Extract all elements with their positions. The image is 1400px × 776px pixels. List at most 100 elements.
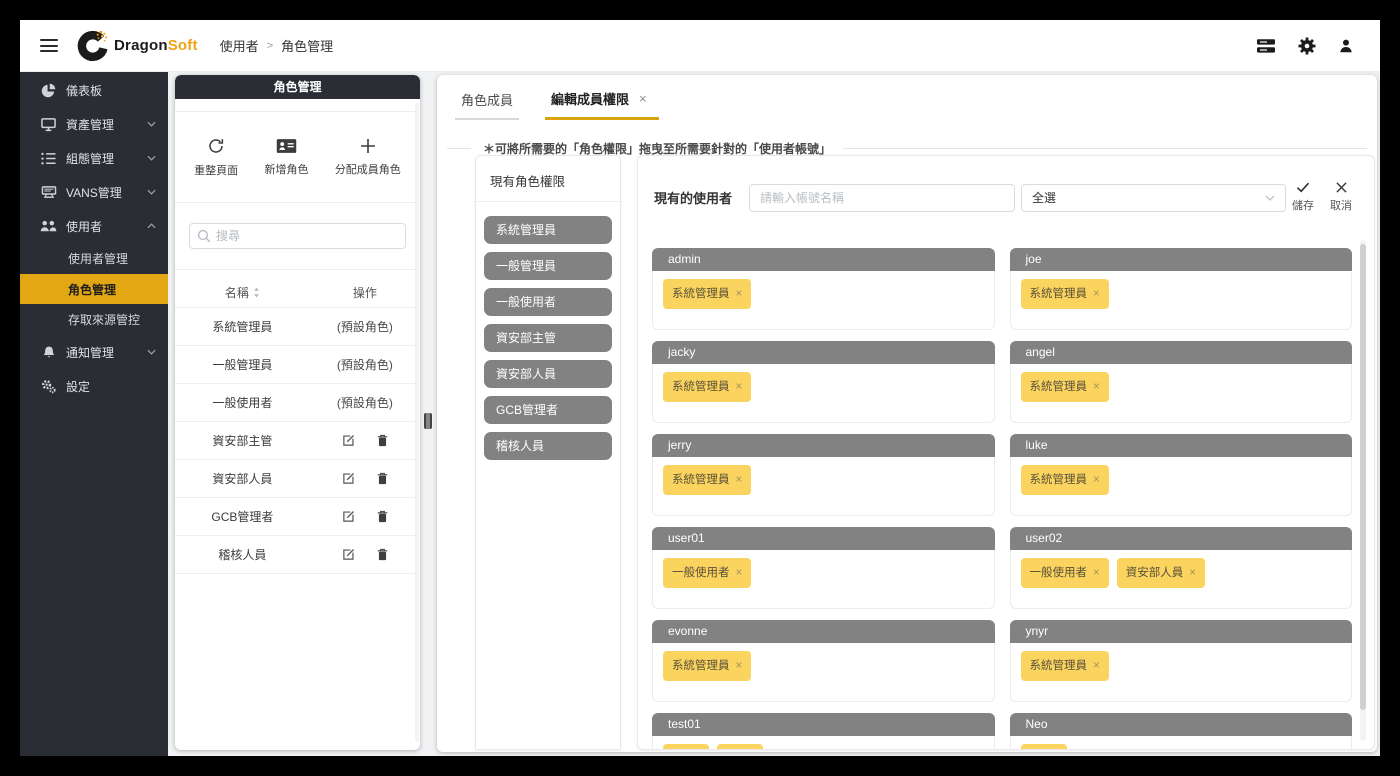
remove-tag-icon[interactable]: × xyxy=(1093,381,1100,393)
hamburger-menu-icon[interactable] xyxy=(40,39,58,52)
edit-role-button[interactable] xyxy=(342,472,355,485)
remove-tag-icon[interactable]: × xyxy=(1189,567,1196,579)
role-tag[interactable]: 系統管理員× xyxy=(1021,651,1109,681)
sidebar-item-dashboard[interactable]: 儀表板 xyxy=(20,73,168,107)
sidebar-item-config[interactable]: 組態管理 xyxy=(20,141,168,175)
role-pill[interactable]: 稽核人員 xyxy=(484,432,612,460)
user-card: user02 一般使用者× 資安部人員× xyxy=(1010,527,1353,609)
user-card-header[interactable]: joe xyxy=(1010,248,1353,271)
remove-tag-icon[interactable]: × xyxy=(1093,474,1100,486)
app-window: DragonSoft 使用者 > 角色管理 儀表板 資產管理 xyxy=(20,20,1380,756)
role-tag[interactable]: 系統管理員× xyxy=(1021,465,1109,495)
role-tag[interactable]: 系統管理員× xyxy=(1021,372,1109,402)
sidebar-item-settings[interactable]: 設定 xyxy=(20,369,168,403)
role-tag[interactable]: × xyxy=(663,744,709,749)
chevron-up-icon xyxy=(147,223,156,229)
sidebar-item-access-source-control[interactable]: 存取來源管控 xyxy=(20,304,168,335)
role-table-row[interactable]: 資安部人員 xyxy=(175,460,420,498)
save-button[interactable]: 儲存 xyxy=(1292,182,1314,213)
role-table-row[interactable]: GCB管理者 xyxy=(175,498,420,536)
role-table-row[interactable]: 一般使用者(預設角色) xyxy=(175,384,420,422)
role-table-row[interactable]: 系統管理員(預設角色) xyxy=(175,308,420,346)
user-card-header[interactable]: Neo xyxy=(1010,713,1353,736)
user-card-header[interactable]: test01 xyxy=(652,713,995,736)
refresh-page-button[interactable]: 重整頁面 xyxy=(194,137,238,178)
role-search-input[interactable] xyxy=(189,223,406,249)
delete-role-button[interactable] xyxy=(377,472,388,485)
remove-tag-icon[interactable]: × xyxy=(1093,660,1100,672)
remove-tag-icon[interactable]: × xyxy=(1093,567,1100,579)
role-pill[interactable]: GCB管理者 xyxy=(484,396,612,424)
breadcrumb-item[interactable]: 使用者 xyxy=(220,36,259,55)
close-tab-icon[interactable]: × xyxy=(639,91,647,106)
sort-icon[interactable] xyxy=(253,287,260,298)
remove-tag-icon[interactable]: × xyxy=(736,474,743,486)
account-name-input[interactable] xyxy=(749,184,1015,212)
role-tag[interactable]: 系統管理員× xyxy=(663,372,751,402)
role-tag[interactable]: 系統管理員× xyxy=(663,651,751,681)
edit-role-button[interactable] xyxy=(342,548,355,561)
role-tag[interactable]: 一般使用者× xyxy=(663,558,751,588)
user-card-header[interactable]: user02 xyxy=(1010,527,1353,550)
remove-tag-icon[interactable]: × xyxy=(736,567,743,579)
role-table-row[interactable]: 資安部主管 xyxy=(175,422,420,460)
edit-role-button[interactable] xyxy=(342,510,355,523)
users-scrollbar-track[interactable] xyxy=(1360,240,1366,741)
role-tag[interactable]: 系統管理員× xyxy=(663,465,751,495)
delete-role-button[interactable] xyxy=(377,434,388,447)
edit-role-button[interactable] xyxy=(342,434,355,447)
role-actions: (預設角色) xyxy=(310,318,420,335)
sidebar-item-users[interactable]: 使用者 xyxy=(20,209,168,243)
sidebar-item-role-management[interactable]: 角色管理 xyxy=(20,274,168,304)
user-card-header[interactable]: angel xyxy=(1010,341,1353,364)
delete-role-button[interactable] xyxy=(377,548,388,561)
tab-role-members[interactable]: 角色成員 xyxy=(455,90,519,120)
role-pill[interactable]: 系統管理員 xyxy=(484,216,612,244)
delete-role-button[interactable] xyxy=(377,510,388,523)
role-tag[interactable]: × xyxy=(717,744,763,749)
server-icon[interactable] xyxy=(1256,38,1276,54)
user-card-body: 系統管理員× xyxy=(652,271,995,330)
user-card-header[interactable]: jacky xyxy=(652,341,995,364)
cancel-button[interactable]: 取消 xyxy=(1330,182,1352,213)
role-tag[interactable]: × xyxy=(1021,744,1067,749)
user-card: angel 系統管理員× xyxy=(1010,341,1353,423)
chevron-down-icon xyxy=(147,189,156,195)
tab-edit-member-permissions[interactable]: 編輯成員權限 × xyxy=(545,89,659,120)
role-tag[interactable]: 資安部人員× xyxy=(1117,558,1205,588)
role-pill[interactable]: 資安部人員 xyxy=(484,360,612,388)
user-card-header[interactable]: luke xyxy=(1010,434,1353,457)
role-tag[interactable]: 系統管理員× xyxy=(1021,279,1109,309)
select-all-dropdown[interactable]: 全選 xyxy=(1021,184,1286,212)
sidebar-item-vans[interactable]: VANS管理 xyxy=(20,175,168,209)
role-tag[interactable]: 一般使用者× xyxy=(1021,558,1109,588)
add-role-button[interactable]: 新增角色 xyxy=(264,138,308,177)
user-card-header[interactable]: user01 xyxy=(652,527,995,550)
role-panel-scrollbar[interactable] xyxy=(415,103,419,742)
gear-icon[interactable] xyxy=(1298,37,1316,55)
default-role-label: (預設角色) xyxy=(337,318,393,335)
user-card-header[interactable]: admin xyxy=(652,248,995,271)
sidebar-item-assets[interactable]: 資產管理 xyxy=(20,107,168,141)
users-scrollbar-thumb[interactable] xyxy=(1360,244,1366,710)
role-table-row[interactable]: 稽核人員 xyxy=(175,536,420,574)
user-card-header[interactable]: ynyr xyxy=(1010,620,1353,643)
role-pill[interactable]: 資安部主管 xyxy=(484,324,612,352)
user-icon[interactable] xyxy=(1338,38,1354,54)
user-card: test01 × × xyxy=(652,713,995,749)
user-card-header[interactable]: evonne xyxy=(652,620,995,643)
column-name[interactable]: 名稱 xyxy=(175,284,310,301)
role-pill[interactable]: 一般管理員 xyxy=(484,252,612,280)
remove-tag-icon[interactable]: × xyxy=(736,288,743,300)
role-table-row[interactable]: 一般管理員(預設角色) xyxy=(175,346,420,384)
sidebar-item-notifications[interactable]: 通知管理 xyxy=(20,335,168,369)
remove-tag-icon[interactable]: × xyxy=(736,381,743,393)
remove-tag-icon[interactable]: × xyxy=(736,660,743,672)
sidebar-item-user-management[interactable]: 使用者管理 xyxy=(20,243,168,274)
assign-member-role-button[interactable]: 分配成員角色 xyxy=(335,138,401,177)
role-tag[interactable]: 系統管理員× xyxy=(663,279,751,309)
panel-splitter-handle[interactable] xyxy=(424,413,432,429)
user-card-header[interactable]: jerry xyxy=(652,434,995,457)
role-pill[interactable]: 一般使用者 xyxy=(484,288,612,316)
remove-tag-icon[interactable]: × xyxy=(1093,288,1100,300)
